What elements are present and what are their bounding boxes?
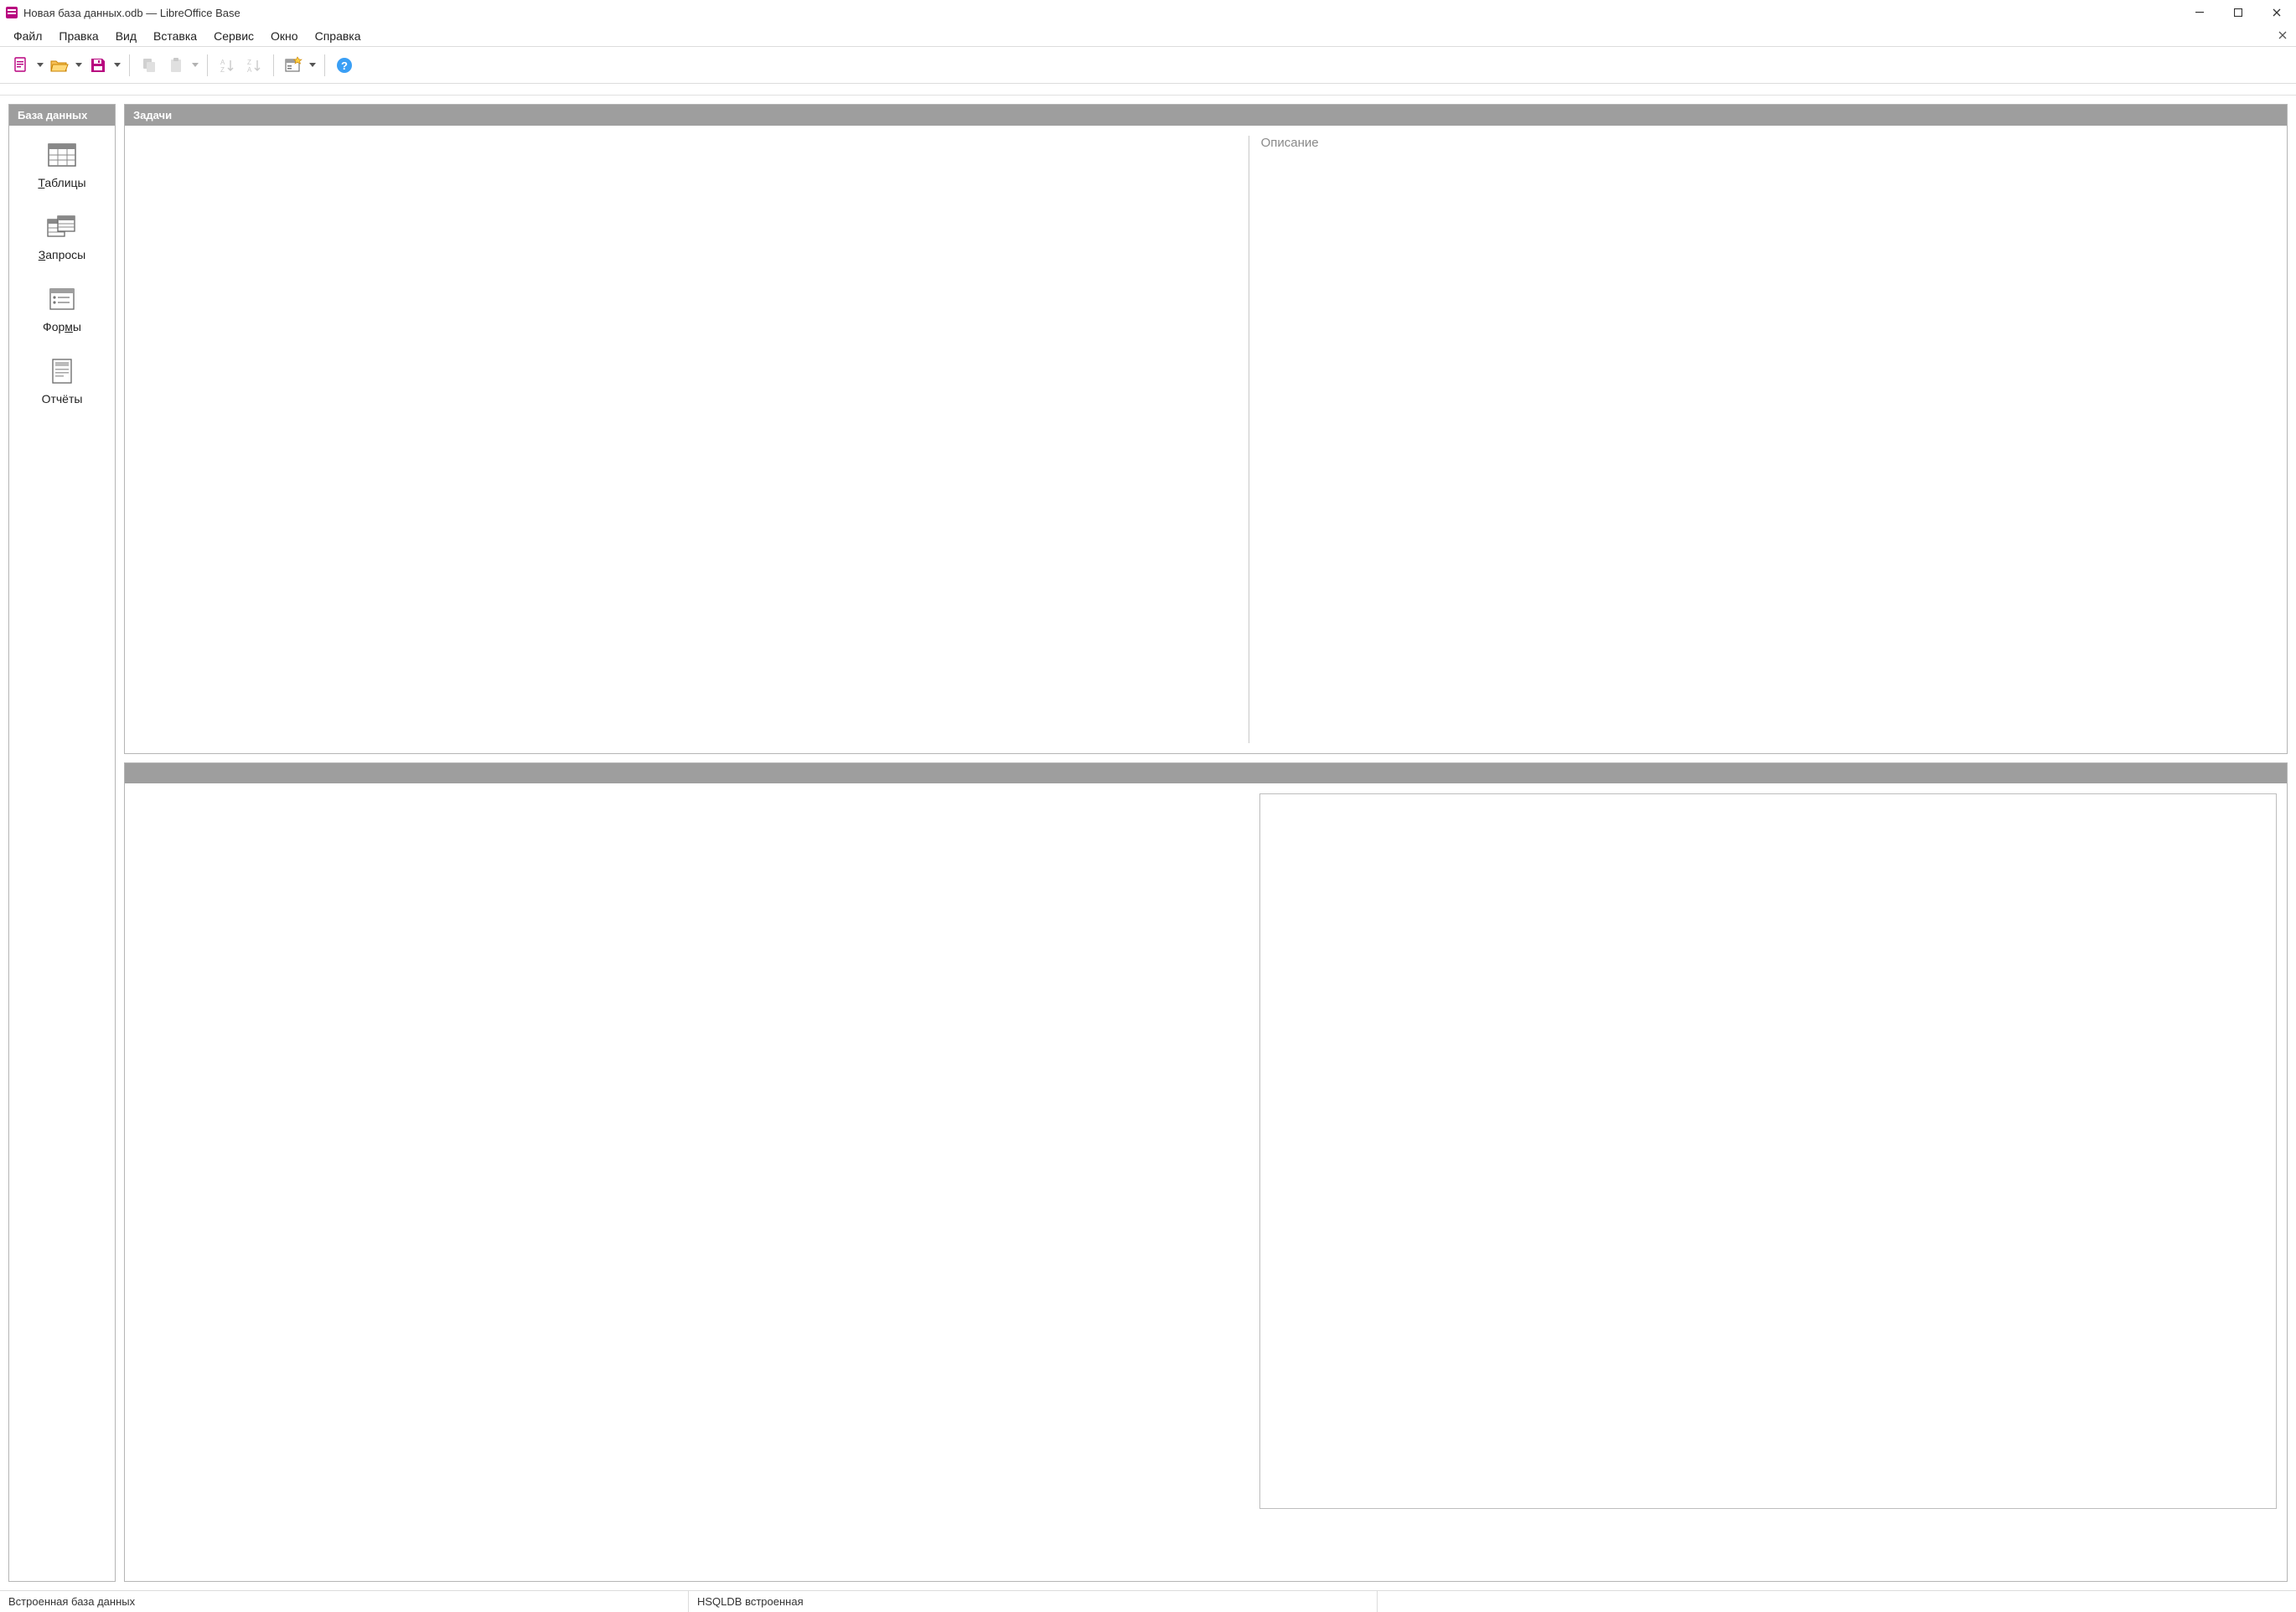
reports-icon [45,357,79,385]
objects-preview-pane [1249,783,2287,1581]
sidebar-header: База данных [9,105,115,126]
open-button[interactable] [47,53,72,78]
help-button[interactable]: ? [332,53,357,78]
sort-asc-button: A Z [215,53,240,78]
sidebar-item-reports[interactable]: Отчёты [9,357,115,406]
titlebar: Новая база данных.odb — LibreOffice Base [0,0,2296,25]
paste-button [163,53,189,78]
queries-label: Запросы [39,248,85,261]
open-dropdown[interactable] [74,53,84,78]
tasks-header: Задачи [125,105,2287,126]
queries-icon [45,213,79,241]
save-dropdown[interactable] [112,53,122,78]
statusbar: Встроенная база данных HSQLDB встроенная [0,1590,2296,1612]
database-sidebar: База данных Таблицы [8,104,116,1582]
menu-file[interactable]: Файл [5,27,50,45]
menu-help[interactable]: Справка [307,27,370,45]
new-document-dropdown[interactable] [35,53,45,78]
tables-label: Таблицы [38,176,85,189]
app-icon [5,6,18,19]
svg-text:?: ? [341,59,348,72]
svg-text:A: A [220,59,225,66]
paste-dropdown [190,53,200,78]
menu-insert[interactable]: Вставка [145,27,205,45]
forms-label: Формы [43,320,81,333]
close-document-button[interactable] [2274,27,2291,44]
forms-icon [45,285,79,313]
menubar: Файл Правка Вид Вставка Сервис Окно Спра… [0,25,2296,47]
tasks-description-pane: Описание [1249,126,2287,753]
toolbar-separator [207,54,208,76]
status-db-type: Встроенная база данных [0,1591,689,1612]
sort-desc-button: Z A [241,53,266,78]
toolbar: A Z Z A ? [0,47,2296,84]
toolbar-separator [273,54,274,76]
status-rest [1378,1591,2296,1612]
menu-edit[interactable]: Правка [50,27,106,45]
status-engine: HSQLDB встроенная [689,1591,1378,1612]
window-controls [2180,0,2296,25]
maximize-button[interactable] [2219,0,2257,25]
new-document-button[interactable] [8,53,34,78]
toolbar-separator [129,54,130,76]
close-button[interactable] [2257,0,2296,25]
objects-list[interactable] [125,783,1249,1581]
window-title: Новая база данных.odb — LibreOffice Base [23,7,240,19]
toolbar-separator [324,54,325,76]
svg-text:Z: Z [220,66,225,74]
tables-icon [45,141,79,169]
sidebar-item-tables[interactable]: Таблицы [9,141,115,189]
svg-text:A: A [247,66,252,74]
reports-label: Отчёты [42,392,83,406]
menu-view[interactable]: Вид [107,27,145,45]
sidebar-item-forms[interactable]: Формы [9,285,115,333]
sidebar-item-queries[interactable]: Запросы [9,213,115,261]
menu-tools[interactable]: Сервис [205,27,262,45]
description-label: Описание [1261,136,2275,150]
menu-window[interactable]: Окно [262,27,307,45]
toolbar-bottom-rule [0,84,2296,96]
content-column: Задачи Описание [124,104,2288,1582]
objects-header [125,763,2287,783]
tasks-panel: Задачи Описание [124,104,2288,754]
minimize-button[interactable] [2180,0,2219,25]
tasks-list[interactable] [125,136,1249,743]
svg-text:Z: Z [247,59,251,66]
save-button[interactable] [85,53,111,78]
main-area: База данных Таблицы [0,96,2296,1590]
form-wizard-button[interactable] [281,53,306,78]
form-wizard-dropdown[interactable] [308,53,318,78]
copy-button [137,53,162,78]
objects-panel [124,762,2288,1582]
preview-box [1259,793,2277,1509]
